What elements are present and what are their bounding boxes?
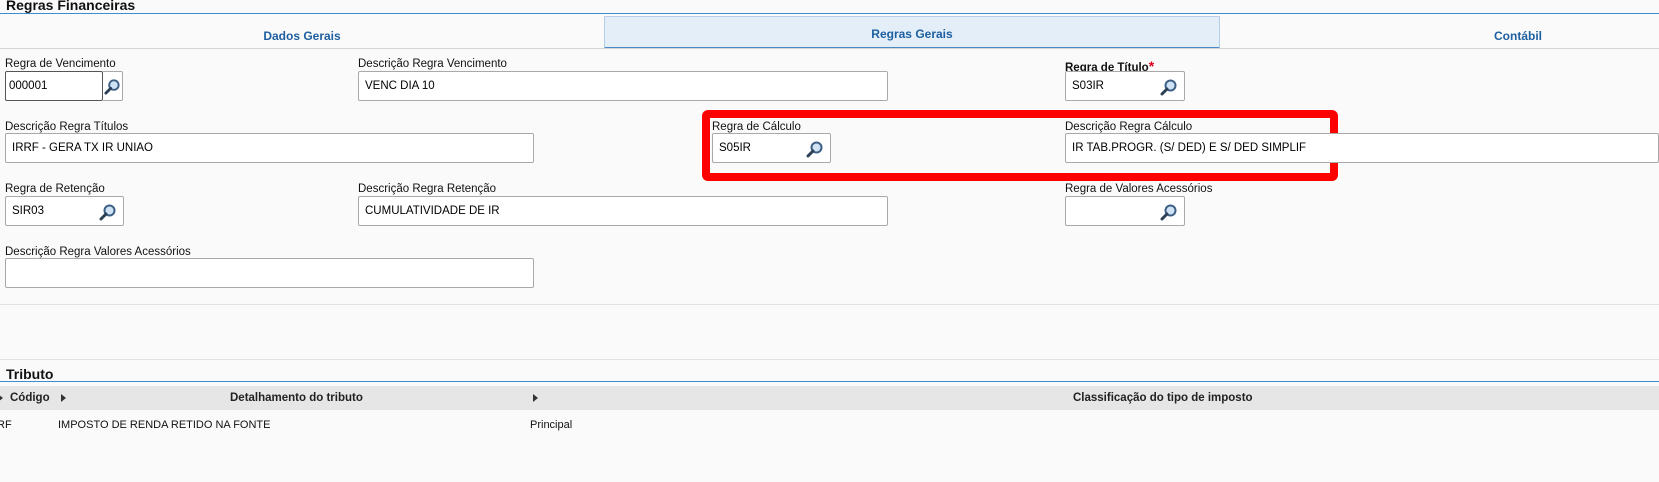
tab-regras-gerais-label: Regras Gerais [871,27,953,41]
regra-vencimento-value: 000001 [9,80,48,92]
desc-regra-titulos-input[interactable]: IRRF - GERA TX IR UNIAO [5,133,534,163]
regra-valores-acessorios-label: Regra de Valores Acessórios [1065,183,1213,195]
desc-regra-vencimento-input[interactable]: VENC DIA 10 [358,71,888,101]
desc-regra-valores-acessorios-label: Descrição Regra Valores Acessórios [5,246,191,258]
regra-retencao-value: SIR03 [12,205,44,217]
page-title: Regras Financeiras [6,0,136,13]
desc-regra-calculo-label: Descrição Regra Cálculo [1065,121,1193,133]
desc-regra-retencao-label: Descrição Regra Retenção [358,183,497,195]
regra-vencimento-field: 000001 [5,71,123,101]
magnifier-icon[interactable] [806,140,824,158]
cell-detalhamento: IMPOSTO DE RENDA RETIDO NA FONTE [58,419,271,431]
tributo-rule [0,381,1659,382]
desc-regra-retencao-input[interactable]: CUMULATIVIDADE DE IR [358,196,888,226]
desc-regra-valores-acessorios-input[interactable] [5,258,534,288]
tabs-divider [0,48,1659,49]
desc-regra-vencimento-label: Descrição Regra Vencimento [358,58,507,70]
column-header-classificacao[interactable]: Classificação do tipo de imposto [1073,392,1253,404]
header-rule [0,13,1659,14]
magnifier-icon[interactable] [1160,203,1178,221]
triangle-right-icon[interactable] [0,394,3,402]
regra-retencao-input[interactable]: SIR03 [5,196,124,226]
regra-vencimento-label: Regra de Vencimento [5,58,116,70]
tab-contabil[interactable]: Contábil [1220,29,1659,43]
column-header-detalhamento[interactable]: Detalhamento do tributo [230,392,363,404]
form-divider [0,304,1659,305]
tab-dados-gerais[interactable]: Dados Gerais [0,29,604,43]
regra-titulo-input[interactable]: S03IR [1065,71,1185,101]
regra-titulo-value: S03IR [1072,80,1104,92]
regra-calculo-label: Regra de Cálculo [712,121,801,133]
regra-vencimento-lookup-button[interactable] [103,71,123,101]
magnifier-icon [104,79,120,95]
desc-regra-calculo-input[interactable]: IR TAB.PROGR. (S/ DED) E S/ DED SIMPLIF [1065,133,1659,163]
tributo-title: Tributo [6,366,54,382]
triangle-right-icon[interactable] [61,394,66,402]
column-header-codigo[interactable]: Código [10,392,50,404]
tab-regras-gerais[interactable]: Regras Gerais [604,16,1220,49]
magnifier-icon[interactable] [1160,78,1178,96]
cell-classificacao: Principal [530,419,573,431]
section-divider [0,359,1659,360]
magnifier-icon[interactable] [99,203,117,221]
table-row[interactable]: IRF IMPOSTO DE RENDA RETIDO NA FONTE Pri… [0,411,1659,437]
triangle-right-icon[interactable] [533,394,538,402]
regra-retencao-label: Regra de Retenção [5,183,105,195]
regra-vencimento-input[interactable]: 000001 [5,71,103,101]
cell-codigo: IRF [0,419,12,431]
regra-calculo-value: S05IR [719,142,751,154]
regra-valores-acessorios-input[interactable] [1065,196,1185,226]
regra-calculo-input[interactable]: S05IR [712,133,831,163]
desc-regra-titulos-label: Descrição Regra Títulos [5,121,129,133]
